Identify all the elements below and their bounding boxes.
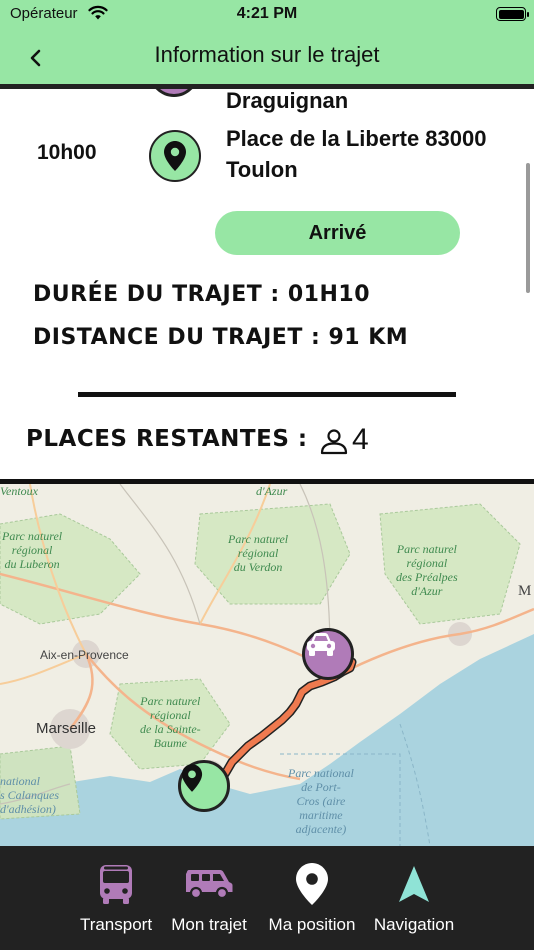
tab-mon-trajet-label: Mon trajet [171,915,247,934]
trip-details[interactable]: Draguignan 10h00 Place de la Liberte 830… [0,89,534,479]
trip-duration: Durée du trajet : 01H10 [33,282,371,307]
navigation-arrow-icon [399,866,429,902]
map-label-aix: Aix-en-Provence [40,648,129,662]
arrival-address-line2: Toulon [226,157,298,182]
departure-city: Draguignan [226,89,349,113]
map-label-calanques: national s Calanques d'adhésion) [0,774,60,816]
tab-ma-position[interactable]: Ma position [257,860,367,940]
status-bar: Opérateur 4:21 PM [0,0,534,28]
bus-icon [100,865,132,904]
scrollbar[interactable] [526,163,530,293]
arrival-time: 10h00 [37,141,97,164]
location-pin-icon [296,863,328,905]
car-icon [307,633,335,656]
page-title: Information sur le trajet [154,42,380,67]
trip-distance: Distance du trajet : 91 KM [33,325,409,350]
arrival-marker [149,130,201,182]
places-count: 4 [352,423,369,456]
places-label: Places restantes : [26,426,308,452]
arrival-map-marker[interactable] [178,760,230,812]
arrive-button[interactable]: Arrivé [215,211,460,255]
section-divider [78,392,456,397]
route-map[interactable]: d'Azur Ventoux Parc naturel régional du … [0,484,534,846]
map-label-luberon: Parc naturel régional du Luberon [2,529,63,571]
tab-navigation[interactable]: Navigation [359,860,469,940]
van-icon [186,870,233,900]
map-label-prealpes: Parc naturel régional des Préalpes d'Azu… [396,542,458,598]
map-label-ventoux: Ventoux [0,484,38,498]
arrival-address: Place de la Liberte 83000 Toulon [226,123,487,185]
arrival-address-line1: Place de la Liberte 83000 [226,126,487,151]
battery-icon [496,7,529,21]
tab-mon-trajet[interactable]: Mon trajet [154,860,264,940]
location-pin-icon [181,764,203,792]
header-bar: Opérateur 4:21 PM Information sur le tra… [0,0,534,84]
status-time: 4:21 PM [236,5,298,22]
location-pin-icon [164,141,186,171]
departure-marker [149,89,199,97]
person-icon [320,427,348,459]
map-label-marseille: Marseille [36,720,97,737]
tab-bar: Transport Mon trajet Ma position Navigat… [0,846,534,950]
departure-map-marker[interactable] [302,628,354,680]
tab-navigation-label: Navigation [373,915,455,934]
map-label-sainte-baume: Parc naturel régional de la Sainte- Baum… [140,694,201,750]
map-label-dazur: d'Azur [256,484,288,498]
tab-ma-position-label: Ma position [268,915,356,934]
map-label-portcros: Parc national de Port- Cros (aire mariti… [288,766,354,836]
map-label-verdon: Parc naturel régional du Verdon [228,532,289,574]
map-label-m: M [518,583,532,599]
